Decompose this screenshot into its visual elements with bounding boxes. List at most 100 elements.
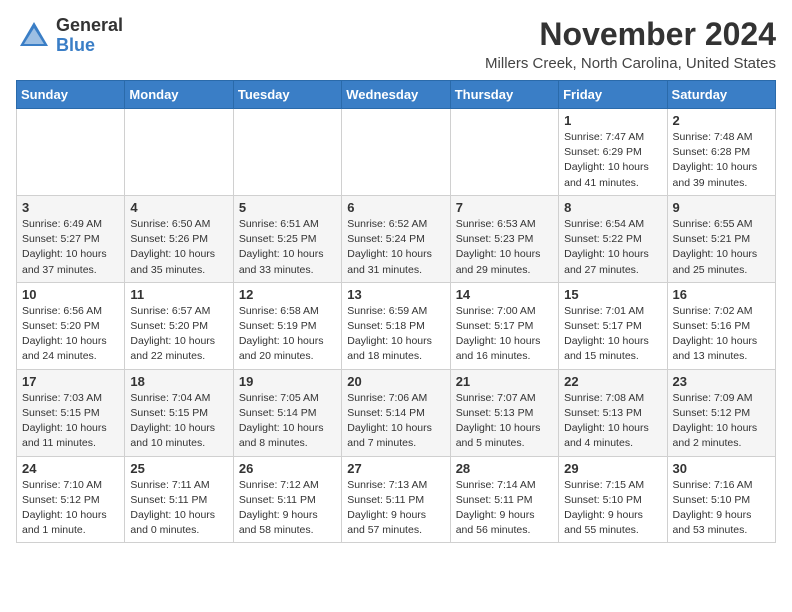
day-cell: 23Sunrise: 7:09 AM Sunset: 5:12 PM Dayli… [667, 369, 775, 456]
day-cell: 13 Sunrise: 6:59 AM Sunset: 5:18 PM Dayli… [342, 282, 450, 369]
day-number: 17 [22, 374, 119, 389]
day-info: Sunrise: 7:14 AM Sunset: 5:11 PM Dayligh… [456, 478, 553, 539]
day-cell: 11 Sunrise: 6:57 AM Sunset: 5:20 PM Dayli… [125, 282, 233, 369]
day-number: 12 [239, 287, 336, 302]
day-number: 4 [130, 200, 227, 215]
weekday-header-tuesday: Tuesday [233, 81, 341, 109]
weekday-header-monday: Monday [125, 81, 233, 109]
day-cell: 4 Sunrise: 6:50 AM Sunset: 5:26 PM Daylig… [125, 195, 233, 282]
weekday-header-friday: Friday [559, 81, 667, 109]
weekday-header-saturday: Saturday [667, 81, 775, 109]
day-info: Sunrise: 6:52 AM Sunset: 5:24 PM Dayligh… [347, 217, 444, 278]
day-number: 25 [130, 461, 227, 476]
day-info: Sunrise: 7:06 AM Sunset: 5:14 PM Dayligh… [347, 391, 444, 452]
weekday-header-row: SundayMondayTuesdayWednesdayThursdayFrid… [17, 81, 776, 109]
weekday-header-sunday: Sunday [17, 81, 125, 109]
day-cell: 27 Sunrise: 7:13 AM Sunset: 5:11 PM Dayli… [342, 456, 450, 543]
day-cell: 8Sunrise: 6:54 AM Sunset: 5:22 PM Daylig… [559, 195, 667, 282]
day-number: 14 [456, 287, 553, 302]
day-info: Sunrise: 7:10 AM Sunset: 5:12 PM Dayligh… [22, 478, 119, 539]
day-cell: 3 Sunrise: 6:49 AM Sunset: 5:27 PM Daylig… [17, 195, 125, 282]
day-cell [17, 109, 125, 196]
day-info: Sunrise: 7:12 AM Sunset: 5:11 PM Dayligh… [239, 478, 336, 539]
day-cell: 5Sunrise: 6:51 AM Sunset: 5:25 PM Daylig… [233, 195, 341, 282]
day-cell: 18 Sunrise: 7:04 AM Sunset: 5:15 PM Dayli… [125, 369, 233, 456]
day-number: 18 [130, 374, 227, 389]
week-row-5: 24Sunrise: 7:10 AM Sunset: 5:12 PM Dayli… [17, 456, 776, 543]
day-cell: 28Sunrise: 7:14 AM Sunset: 5:11 PM Dayli… [450, 456, 558, 543]
day-cell: 21 Sunrise: 7:07 AM Sunset: 5:13 PM Dayli… [450, 369, 558, 456]
day-cell: 22 Sunrise: 7:08 AM Sunset: 5:13 PM Dayli… [559, 369, 667, 456]
day-number: 10 [22, 287, 119, 302]
day-number: 2 [673, 113, 770, 128]
day-number: 22 [564, 374, 661, 389]
day-number: 30 [673, 461, 770, 476]
day-info: Sunrise: 7:08 AM Sunset: 5:13 PM Dayligh… [564, 391, 661, 452]
day-cell: 25 Sunrise: 7:11 AM Sunset: 5:11 PM Dayli… [125, 456, 233, 543]
logo-general: General [56, 16, 123, 36]
day-number: 19 [239, 374, 336, 389]
day-info: Sunrise: 6:55 AM Sunset: 5:21 PM Dayligh… [673, 217, 770, 278]
day-info: Sunrise: 6:51 AM Sunset: 5:25 PM Dayligh… [239, 217, 336, 278]
day-info: Sunrise: 7:13 AM Sunset: 5:11 PM Dayligh… [347, 478, 444, 539]
logo-text: General Blue [56, 16, 123, 56]
day-cell: 10Sunrise: 6:56 AM Sunset: 5:20 PM Dayli… [17, 282, 125, 369]
day-cell: 30Sunrise: 7:16 AM Sunset: 5:10 PM Dayli… [667, 456, 775, 543]
week-row-4: 17 Sunrise: 7:03 AM Sunset: 5:15 PM Dayli… [17, 369, 776, 456]
day-number: 15 [564, 287, 661, 302]
day-number: 26 [239, 461, 336, 476]
day-number: 1 [564, 113, 661, 128]
day-number: 6 [347, 200, 444, 215]
month-title: November 2024 [485, 16, 776, 53]
logo: General Blue [16, 16, 123, 56]
day-cell [233, 109, 341, 196]
day-info: Sunrise: 7:47 AM Sunset: 6:29 PM Dayligh… [564, 130, 661, 191]
day-info: Sunrise: 7:04 AM Sunset: 5:15 PM Dayligh… [130, 391, 227, 452]
title-section: November 2024 Millers Creek, North Carol… [485, 16, 776, 72]
day-info: Sunrise: 6:53 AM Sunset: 5:23 PM Dayligh… [456, 217, 553, 278]
week-row-1: 1 Sunrise: 7:47 AM Sunset: 6:29 PM Daylig… [17, 109, 776, 196]
day-cell: 24Sunrise: 7:10 AM Sunset: 5:12 PM Dayli… [17, 456, 125, 543]
logo-blue: Blue [56, 36, 123, 56]
week-row-3: 10Sunrise: 6:56 AM Sunset: 5:20 PM Dayli… [17, 282, 776, 369]
day-number: 7 [456, 200, 553, 215]
day-cell: 9Sunrise: 6:55 AM Sunset: 5:21 PM Daylig… [667, 195, 775, 282]
day-number: 11 [130, 287, 227, 302]
day-cell [450, 109, 558, 196]
day-info: Sunrise: 7:05 AM Sunset: 5:14 PM Dayligh… [239, 391, 336, 452]
generalblue-icon [16, 18, 52, 54]
day-info: Sunrise: 6:54 AM Sunset: 5:22 PM Dayligh… [564, 217, 661, 278]
day-cell: 6 Sunrise: 6:52 AM Sunset: 5:24 PM Daylig… [342, 195, 450, 282]
day-cell: 19 Sunrise: 7:05 AM Sunset: 5:14 PM Dayli… [233, 369, 341, 456]
day-info: Sunrise: 7:07 AM Sunset: 5:13 PM Dayligh… [456, 391, 553, 452]
day-info: Sunrise: 7:11 AM Sunset: 5:11 PM Dayligh… [130, 478, 227, 539]
day-cell: 7 Sunrise: 6:53 AM Sunset: 5:23 PM Daylig… [450, 195, 558, 282]
day-info: Sunrise: 6:50 AM Sunset: 5:26 PM Dayligh… [130, 217, 227, 278]
day-info: Sunrise: 7:00 AM Sunset: 5:17 PM Dayligh… [456, 304, 553, 365]
day-number: 27 [347, 461, 444, 476]
day-cell: 14 Sunrise: 7:00 AM Sunset: 5:17 PM Dayli… [450, 282, 558, 369]
day-info: Sunrise: 7:03 AM Sunset: 5:15 PM Dayligh… [22, 391, 119, 452]
day-cell: 17 Sunrise: 7:03 AM Sunset: 5:15 PM Dayli… [17, 369, 125, 456]
day-info: Sunrise: 7:48 AM Sunset: 6:28 PM Dayligh… [673, 130, 770, 191]
day-number: 21 [456, 374, 553, 389]
day-number: 16 [673, 287, 770, 302]
day-cell: 16 Sunrise: 7:02 AM Sunset: 5:16 PM Dayli… [667, 282, 775, 369]
day-cell [125, 109, 233, 196]
calendar-table: SundayMondayTuesdayWednesdayThursdayFrid… [16, 80, 776, 543]
day-info: Sunrise: 6:57 AM Sunset: 5:20 PM Dayligh… [130, 304, 227, 365]
day-info: Sunrise: 6:58 AM Sunset: 5:19 PM Dayligh… [239, 304, 336, 365]
day-cell: 12 Sunrise: 6:58 AM Sunset: 5:19 PM Dayli… [233, 282, 341, 369]
weekday-header-thursday: Thursday [450, 81, 558, 109]
day-info: Sunrise: 6:59 AM Sunset: 5:18 PM Dayligh… [347, 304, 444, 365]
day-info: Sunrise: 7:15 AM Sunset: 5:10 PM Dayligh… [564, 478, 661, 539]
day-cell: 20 Sunrise: 7:06 AM Sunset: 5:14 PM Dayli… [342, 369, 450, 456]
day-number: 29 [564, 461, 661, 476]
day-info: Sunrise: 6:49 AM Sunset: 5:27 PM Dayligh… [22, 217, 119, 278]
day-number: 3 [22, 200, 119, 215]
day-number: 20 [347, 374, 444, 389]
week-row-2: 3 Sunrise: 6:49 AM Sunset: 5:27 PM Daylig… [17, 195, 776, 282]
day-info: Sunrise: 7:02 AM Sunset: 5:16 PM Dayligh… [673, 304, 770, 365]
day-number: 13 [347, 287, 444, 302]
weekday-header-wednesday: Wednesday [342, 81, 450, 109]
